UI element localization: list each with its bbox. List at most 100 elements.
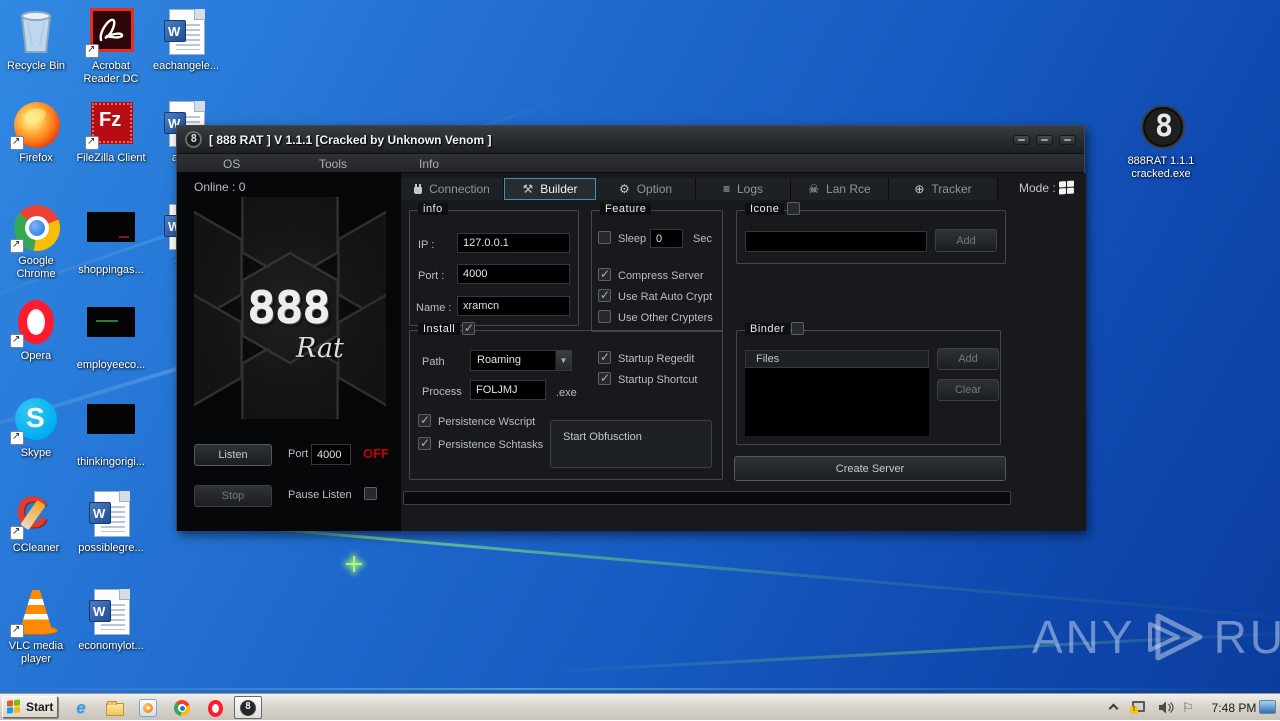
image-thumbnail-icon	[87, 404, 135, 452]
desktop-icon-label: thinkingorigi...	[77, 456, 145, 468]
rat-auto-crypt-checkbox[interactable]	[598, 288, 611, 302]
tab-option[interactable]: ⚙ Option	[596, 178, 696, 200]
process-name-input[interactable]	[470, 380, 546, 400]
menu-tools[interactable]: Tools	[319, 157, 347, 171]
tab-tracker[interactable]: ⊕ Tracker	[889, 178, 998, 200]
minimize-button[interactable]	[1013, 135, 1030, 145]
tab-label: Lan Rce	[826, 182, 871, 196]
taskbar-media-player-icon[interactable]	[137, 698, 159, 718]
tab-builder[interactable]: ⚒ Builder	[504, 178, 596, 200]
other-crypters-checkbox[interactable]	[598, 310, 611, 323]
tab-logs[interactable]: ≡ Logs	[696, 178, 791, 200]
ip-input[interactable]	[457, 233, 570, 253]
binder-checkbox[interactable]	[791, 322, 804, 335]
install-group-title: Install	[418, 323, 461, 335]
close-button[interactable]	[1059, 135, 1076, 145]
word-document-icon	[162, 8, 210, 56]
desktop-icon-recycle-bin[interactable]: Recycle Bin	[0, 8, 72, 73]
desktop-icon-filezilla[interactable]: FileZilla Client	[75, 100, 147, 165]
create-server-button[interactable]: Create Server	[734, 456, 1006, 481]
binder-group-title: Binder	[745, 323, 790, 335]
taskbar-opera-icon[interactable]	[204, 698, 226, 718]
start-obfusction-button[interactable]: Start Obfusction	[550, 420, 712, 468]
menu-info[interactable]: Info	[419, 157, 439, 171]
name-input[interactable]	[457, 296, 570, 316]
start-button[interactable]: Start	[2, 696, 58, 718]
desktop-icon-eachangele[interactable]: eachangele...	[150, 8, 222, 73]
compress-server-label: Compress Server	[618, 270, 704, 282]
desktop-icon-skype[interactable]: Skype	[0, 395, 72, 460]
tray-clock[interactable]: 7:48 PM	[1206, 701, 1262, 715]
desktop-icon-opera[interactable]: Opera	[0, 298, 72, 363]
persistence-wscript-checkbox[interactable]	[418, 413, 431, 427]
desktop-icon-label: possiblegre...	[78, 542, 144, 554]
binder-clear-button[interactable]: Clear	[937, 379, 999, 401]
persistence-schtasks-checkbox[interactable]	[418, 436, 431, 450]
888rat-icon	[240, 699, 256, 716]
taskbar-explorer-folder-icon[interactable]	[104, 698, 126, 718]
tab-lan-rce[interactable]: ☠ Lan Rce	[791, 178, 889, 200]
builder-port-input[interactable]	[457, 264, 570, 284]
desktop-icon-possiblegre[interactable]: possiblegre...	[75, 490, 147, 555]
desktop-icon-label: shoppingas...	[78, 264, 144, 276]
startup-regedit-checkbox[interactable]	[598, 350, 611, 364]
binder-files-list[interactable]	[745, 368, 929, 436]
exe-suffix-label: .exe	[556, 387, 577, 399]
desktop-icon-firefox[interactable]: Firefox	[0, 100, 72, 165]
feature-groupbox: Feature Sleep Sec Compress Server Use Ra…	[591, 203, 723, 332]
stop-button[interactable]: Stop	[194, 485, 272, 507]
menu-os[interactable]: OS	[223, 157, 240, 171]
tab-label: Tracker	[931, 182, 972, 196]
desktop-icon-ccleaner[interactable]: CCleaner	[0, 488, 72, 555]
desktop-icon-888rat-exe[interactable]: 888RAT 1.1.1 cracked.exe	[1119, 103, 1203, 181]
desktop-icon-employeeco[interactable]: employeeco...	[75, 298, 147, 372]
install-groupbox: Install Path Roaming ▼ Startup Regedit S…	[409, 321, 723, 480]
desktop-icon-vlc[interactable]: VLC media player	[0, 588, 72, 666]
window-titlebar[interactable]: [ 888 RAT ] V 1.1.1 [Cracked by Unknown …	[177, 126, 1084, 154]
tab-connection[interactable]: Connection	[401, 178, 504, 200]
desktop-icon-economylot[interactable]: economylot...	[75, 588, 147, 653]
startup-shortcut-checkbox[interactable]	[598, 371, 611, 385]
builder-port-label: Port :	[418, 270, 445, 282]
desktop-icon-shoppingas[interactable]: shoppingas...	[75, 203, 147, 277]
tray-network-warning-icon[interactable]	[1130, 701, 1145, 714]
taskbar-888rat-active-app[interactable]	[234, 696, 262, 719]
filezilla-icon	[85, 100, 135, 150]
connection-left-panel: Online : 0 888 Rat Listen Port 4000 OFF …	[177, 173, 401, 531]
icone-checkbox[interactable]	[787, 202, 800, 215]
persistence-schtasks-label: Persistence Schtasks	[438, 439, 544, 451]
pause-listen-checkbox[interactable]	[364, 487, 377, 500]
skype-icon	[10, 395, 60, 445]
sleep-checkbox[interactable]	[598, 231, 611, 244]
desktop-icon-label: Opera	[20, 350, 52, 362]
desktop-icon-label: economylot...	[78, 640, 144, 652]
sec-label: Sec	[693, 233, 712, 245]
maximize-button[interactable]	[1036, 135, 1053, 145]
chevron-down-icon: ▼	[555, 351, 571, 370]
listen-button[interactable]: Listen	[194, 444, 272, 466]
compress-server-checkbox[interactable]	[598, 267, 611, 281]
binder-add-button[interactable]: Add	[937, 348, 999, 370]
recycle-bin-icon	[12, 8, 60, 56]
desktop-icon-label: 888RAT 1.1.1 cracked.exe	[1127, 155, 1195, 180]
path-dropdown[interactable]: Roaming ▼	[470, 350, 572, 371]
listen-port-input[interactable]	[311, 444, 351, 465]
install-checkbox[interactable]	[462, 321, 475, 335]
taskbar-chrome-icon[interactable]	[171, 698, 193, 718]
desktop-icon-acrobat[interactable]: Acrobat Reader DC	[75, 8, 147, 86]
wallpaper-streak	[0, 688, 1280, 690]
show-desktop-button[interactable]	[1259, 700, 1276, 714]
tray-chevron-up-icon[interactable]	[1108, 703, 1119, 714]
icone-group-title: Icone	[745, 203, 785, 215]
desktop-icon-thinkingorigi[interactable]: thinkingorigi...	[75, 395, 147, 469]
tray-action-center-flag-icon[interactable]: ⚐	[1182, 700, 1194, 716]
windows-logo-icon[interactable]	[1059, 180, 1075, 195]
shortcut-arrow-icon	[85, 136, 99, 150]
taskbar-internet-explorer-icon[interactable]: e	[70, 698, 92, 718]
icone-add-button[interactable]: Add	[935, 229, 997, 252]
sleep-seconds-input[interactable]	[650, 229, 683, 248]
ccleaner-icon	[10, 488, 60, 540]
tray-speaker-icon[interactable]	[1158, 701, 1174, 719]
desktop-icon-google-chrome[interactable]: Google Chrome	[0, 203, 72, 281]
icone-path-input[interactable]	[745, 231, 927, 252]
